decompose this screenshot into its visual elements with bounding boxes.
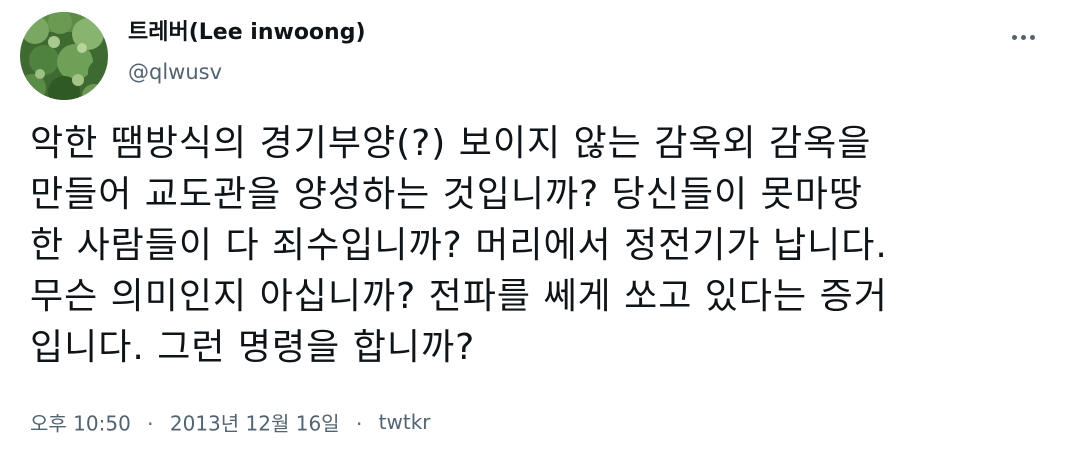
user-handle[interactable]: @qlwusv [128,58,366,86]
tweet-timestamp[interactable]: 오후 10:50 · 2013년 12월 16일 [30,410,346,436]
tweet-meta: 오후 10:50 · 2013년 12월 16일 · twtkr [30,408,431,438]
more-icon-dot [1029,34,1035,40]
meta-separator: · [147,411,154,436]
avatar-image [20,12,108,100]
more-icon-dot [1020,34,1026,40]
tweet-text: 악한 땜방식의 경기부양(?) 보이지 않는 감옥외 감옥을 만들어 교도관을 … [30,118,1050,373]
avatar[interactable] [20,12,108,100]
tweet-text-line: 한 사람들이 다 죄수입니까? 머리에서 정전기가 납니다. [30,225,888,266]
tweet-text-line: 입니다. 그런 명령을 합니까? [30,327,476,368]
more-horizontal-icon [1011,34,1017,40]
tweet-text-line: 만들어 교도관을 양성하는 것입니까? 당신들이 못마땅 [30,174,863,215]
tweet-text-line: 무슨 의미인지 아십니까? 전파를 쎄게 쏘고 있다는 증거 [30,276,888,317]
display-name[interactable]: 트레버(Lee inwoong) [128,18,366,48]
tweet: 트레버(Lee inwoong) @qlwusv 악한 땜방식의 경기부양(?)… [0,0,1065,456]
tweet-source[interactable]: twtkr [379,410,431,434]
tweet-text-line: 악한 땜방식의 경기부양(?) 보이지 않는 감옥외 감옥을 [30,123,872,164]
tweet-date: 2013년 12월 16일 [169,411,340,436]
author-block: 트레버(Lee inwoong) @qlwusv [128,18,366,86]
tweet-time: 오후 10:50 [30,411,131,436]
more-button[interactable] [1003,22,1043,52]
meta-separator: · [355,411,363,436]
